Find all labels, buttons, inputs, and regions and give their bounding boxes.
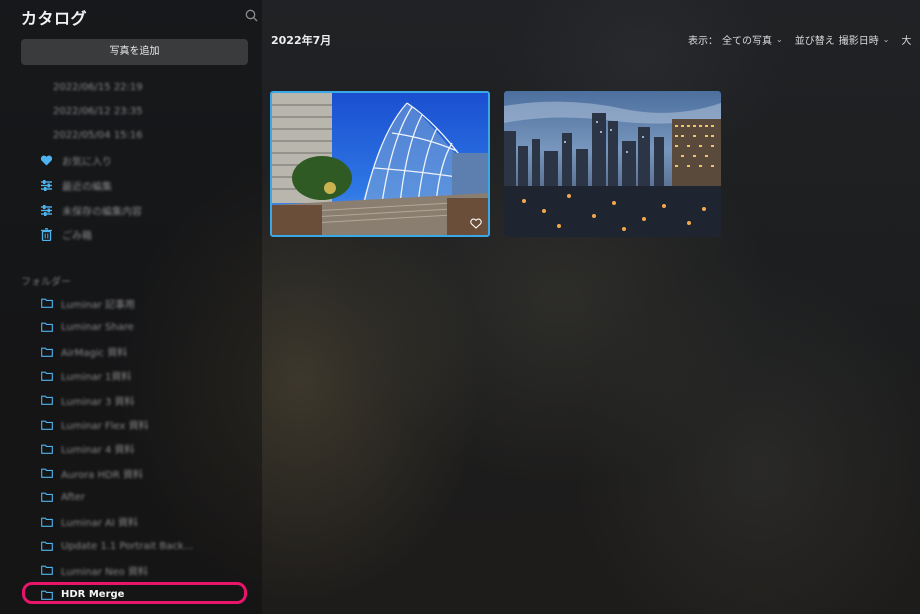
folder-icon: [41, 444, 53, 454]
nav-label: 最近の編集: [62, 181, 112, 193]
folder-label: Luminar Neo 資料: [61, 566, 148, 578]
folder-icon: [41, 565, 53, 576]
folder-icon: [41, 322, 53, 333]
group-title: 2022年7月: [271, 34, 332, 47]
heart-icon: [40, 155, 53, 165]
chevron-down-icon[interactable]: ⌄: [776, 35, 783, 44]
nav-trash[interactable]: ごみ箱: [40, 227, 92, 242]
folder-item[interactable]: Luminar 3 資料: [41, 393, 135, 408]
folder-icon: [41, 298, 53, 308]
folder-item[interactable]: Luminar Share: [41, 320, 134, 334]
folder-icon: [41, 347, 53, 357]
sort-value[interactable]: 撮影日時: [839, 32, 879, 47]
folder-item[interactable]: Luminar AI 資料: [41, 515, 138, 529]
folder-label: Luminar Share: [61, 321, 134, 333]
photo-thumbnail[interactable]: [270, 91, 490, 237]
folder-icon: [41, 468, 53, 478]
date-item[interactable]: 2022/06/15 22:19: [53, 82, 143, 93]
folder-icon: [41, 493, 53, 503]
folder-item[interactable]: Aurora HDR 資料: [41, 466, 143, 481]
photo-image: [504, 91, 721, 237]
folder-label: Luminar 記事用: [61, 299, 136, 311]
display-value[interactable]: 全ての写真: [722, 32, 772, 47]
folder-label: Aurora HDR 資料: [61, 469, 143, 481]
catalog-title: カタログ: [21, 9, 88, 28]
nav-recent-edits[interactable]: 最近の編集: [40, 178, 112, 193]
nav-unsaved-edits[interactable]: 未保存の編集内容: [40, 203, 142, 218]
date-item[interactable]: 2022/06/12 23:35: [53, 106, 143, 117]
folder-item[interactable]: Luminar 記事用: [41, 296, 136, 311]
folder-label: After: [61, 491, 86, 503]
photo-thumbnail[interactable]: [504, 91, 721, 237]
folder-icon: [41, 371, 53, 381]
add-photos-button[interactable]: 写真を追加: [21, 39, 248, 65]
folder-item[interactable]: AirMagic 資料: [41, 345, 127, 359]
folder-item[interactable]: After: [41, 490, 85, 504]
folder-icon: [41, 517, 53, 527]
toolbar: 表示： 全ての写真 ⌄ 並び替え 撮影日時 ⌄ 大: [688, 32, 911, 47]
folder-item[interactable]: Luminar 1資料: [41, 369, 131, 383]
folders-header: フォルダー: [21, 277, 71, 288]
folder-label: Luminar AI 資料: [61, 518, 138, 530]
nav-label: お気に入り: [62, 156, 112, 168]
folder-label: Luminar 4 資料: [61, 445, 135, 457]
heart-icon[interactable]: [470, 218, 482, 229]
display-label: 表示：: [688, 36, 718, 47]
folder-label: Luminar Flex 資料: [61, 421, 149, 432]
nav-label: 未保存の編集内容: [62, 206, 142, 218]
nav-label: ごみ箱: [62, 230, 92, 242]
size-label[interactable]: 大: [901, 32, 911, 47]
folder-label: AirMagic 資料: [61, 348, 128, 360]
folder-label: Luminar 3 資料: [61, 396, 135, 408]
sliders-icon: [41, 204, 52, 216]
sidebar: カタログ 写真を追加 2022/06/15 22:19 2022/06/12 2…: [0, 0, 262, 614]
chevron-down-icon[interactable]: ⌄: [883, 35, 890, 44]
folder-item[interactable]: Update 1.1 Portrait Back...: [41, 539, 193, 553]
trash-icon: [41, 227, 52, 241]
sliders-icon: [41, 179, 52, 191]
nav-favorites[interactable]: お気に入り: [40, 153, 112, 168]
folder-item[interactable]: Luminar Flex 資料: [41, 418, 149, 432]
date-item[interactable]: 2022/05/04 15:16: [53, 130, 143, 141]
folder-item[interactable]: Luminar Neo 資料: [41, 563, 148, 578]
folder-icon: [41, 395, 53, 406]
folder-item[interactable]: Luminar 4 資料: [41, 442, 135, 456]
folder-icon: [41, 541, 53, 551]
photo-image: [272, 93, 488, 235]
selection-highlight: [22, 582, 247, 604]
folder-label: Luminar 1資料: [61, 372, 132, 384]
search-icon[interactable]: [245, 9, 258, 22]
folder-label: Update 1.1 Portrait Back...: [61, 540, 194, 552]
sort-label: 並び替え: [794, 36, 835, 47]
folder-icon: [41, 420, 53, 430]
